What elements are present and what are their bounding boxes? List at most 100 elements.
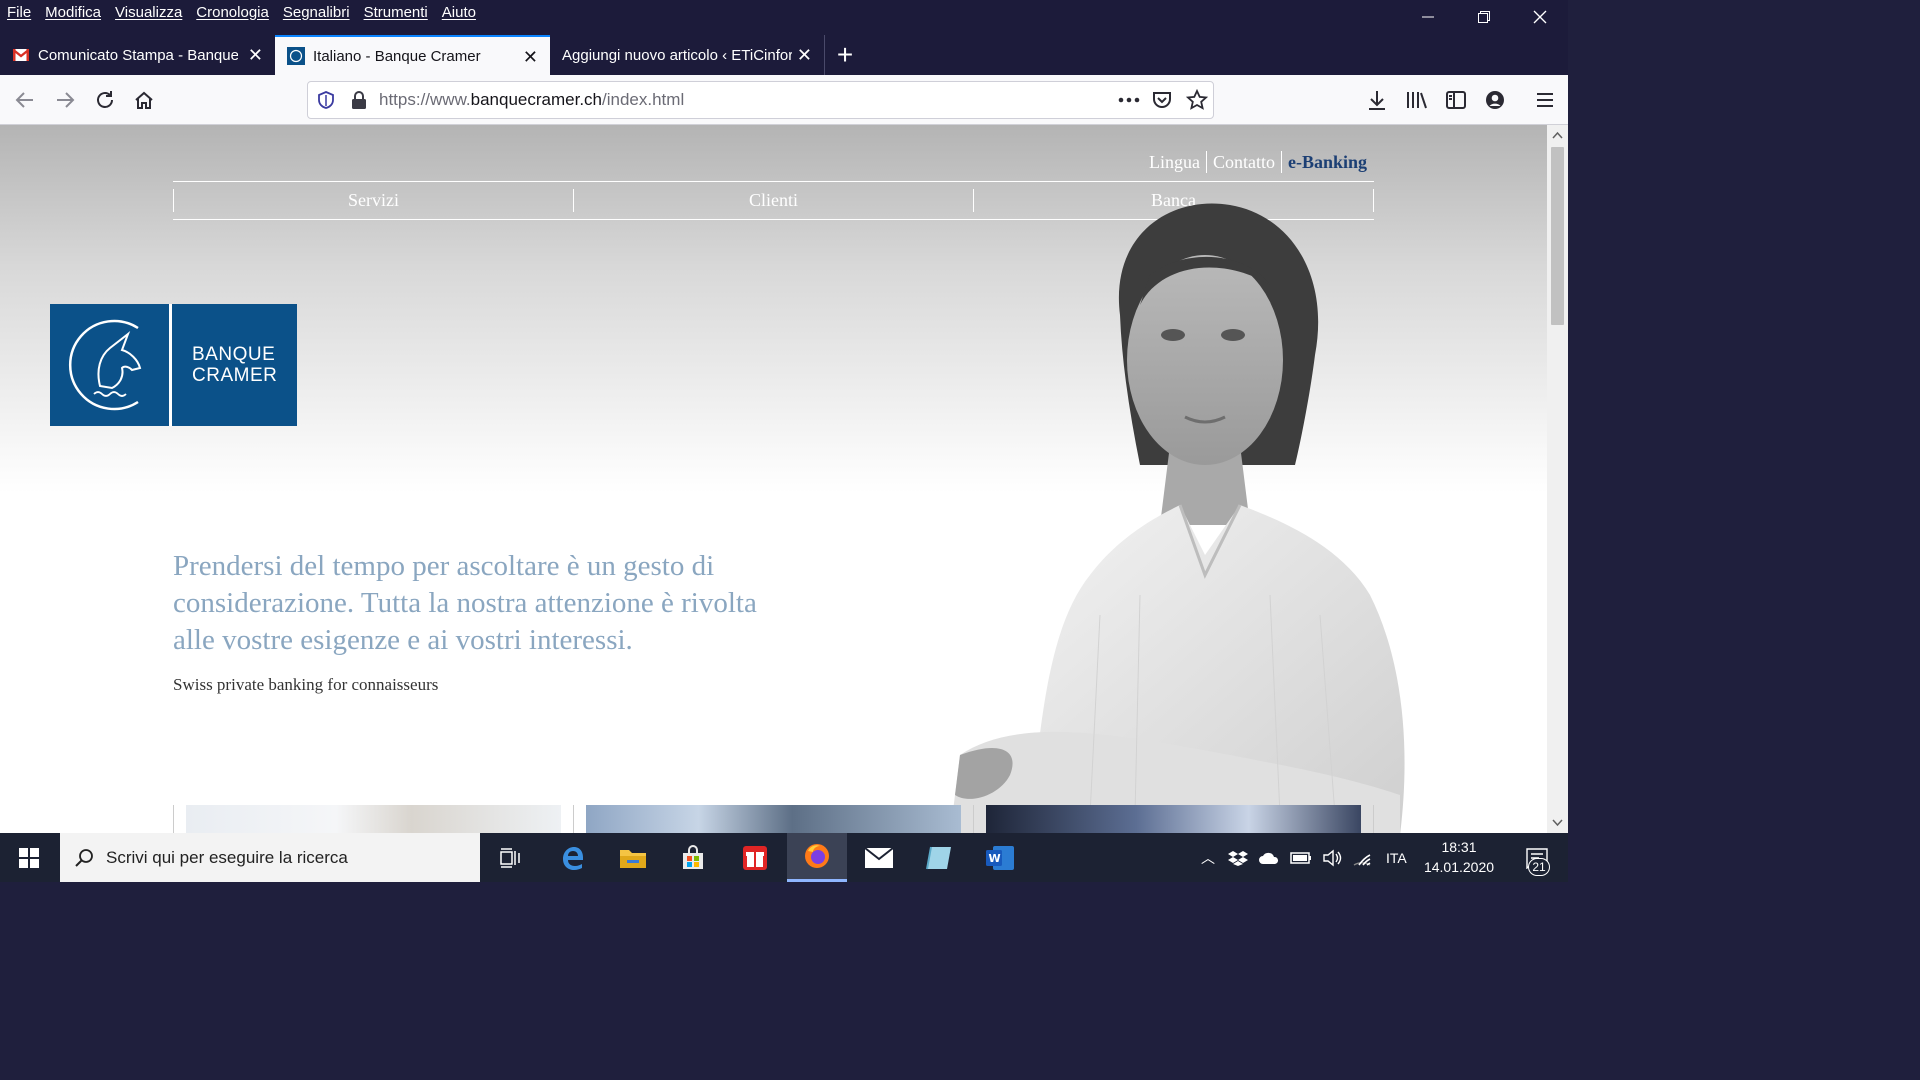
scroll-up-icon[interactable] — [1552, 131, 1563, 139]
gift-app-taskbar-button[interactable] — [725, 833, 785, 882]
restore-button[interactable] — [1456, 0, 1512, 34]
close-icon — [1533, 10, 1547, 24]
sidebar-button[interactable] — [1438, 82, 1474, 118]
home-button[interactable] — [126, 82, 162, 118]
library-button[interactable] — [1399, 82, 1435, 118]
scrollbar-thumb[interactable] — [1551, 147, 1564, 325]
onedrive-cloud-icon[interactable] — [1258, 851, 1280, 865]
minimize-button[interactable] — [1400, 0, 1456, 34]
firefox-icon — [805, 844, 829, 868]
arrow-left-icon — [15, 92, 33, 108]
edge-icon — [563, 846, 583, 870]
minimize-icon — [1422, 16, 1434, 18]
notes-app-taskbar-button[interactable] — [909, 833, 969, 882]
tab-banque-cramer[interactable]: Italiano - Banque Cramer ✕ — [275, 35, 550, 75]
mail-taskbar-button[interactable] — [849, 833, 909, 882]
word-taskbar-button[interactable]: W — [970, 833, 1030, 882]
task-view-button[interactable] — [480, 833, 540, 882]
hamburger-menu-icon — [1537, 93, 1553, 107]
taskbar-clock[interactable]: 18:31 14.01.2020 — [1420, 837, 1498, 877]
menu-bar: File Modifica Visualizza Cronologia Segn… — [0, 0, 490, 24]
forward-button[interactable] — [47, 82, 83, 118]
edge-taskbar-button[interactable] — [543, 833, 603, 882]
gift-icon — [743, 845, 767, 870]
wifi-icon[interactable] — [1352, 849, 1372, 867]
close-window-button[interactable] — [1512, 0, 1568, 34]
back-button[interactable] — [7, 82, 43, 118]
tab-title: Italiano - Banque Cramer — [313, 47, 481, 65]
teaser-cards — [173, 805, 1374, 833]
link-lingua[interactable]: Lingua — [1143, 151, 1206, 173]
volume-icon[interactable] — [1322, 849, 1342, 867]
logo-line-2: CRAMER — [192, 365, 278, 386]
browser-titlebar: File Modifica Visualizza Cronologia Segn… — [0, 0, 1568, 75]
menu-visualizza[interactable]: Visualizza — [115, 4, 182, 21]
start-button[interactable] — [0, 833, 58, 882]
tab-title: Comunicato Stampa - Banque C — [38, 46, 238, 64]
account-icon — [1486, 91, 1504, 109]
arrow-right-icon — [57, 92, 75, 108]
taskbar-search-box[interactable]: Scrivi qui per eseguire la ricerca — [60, 833, 480, 882]
teaser-image — [986, 805, 1361, 833]
teaser-card[interactable] — [573, 805, 973, 833]
close-tab-icon[interactable]: ✕ — [797, 45, 812, 65]
banque-cramer-favicon — [287, 47, 305, 65]
address-bar[interactable]: https://www.banquecramer.ch/index.html — [307, 81, 1214, 119]
page-scrollbar[interactable] — [1547, 125, 1568, 833]
nav-servizi[interactable]: Servizi — [173, 189, 573, 212]
tracking-shield-icon[interactable] — [317, 91, 335, 109]
file-explorer-taskbar-button[interactable] — [603, 833, 663, 882]
menu-aiuto[interactable]: Aiuto — [442, 4, 476, 21]
downloads-button[interactable] — [1359, 82, 1395, 118]
link-e-banking[interactable]: e-Banking — [1280, 151, 1373, 173]
account-button[interactable] — [1477, 82, 1513, 118]
woman-portrait-image — [950, 203, 1405, 833]
more-actions-icon[interactable] — [1118, 97, 1140, 103]
utility-links: Lingua Contatto e-Banking — [1143, 151, 1373, 173]
app-menu-button[interactable] — [1527, 82, 1563, 118]
hero-headline: Prendersi del tempo per ascoltare è un g… — [173, 550, 757, 656]
close-tab-icon[interactable]: ✕ — [248, 45, 263, 65]
show-hidden-icons-chevron-icon[interactable]: ︿ — [1198, 848, 1218, 868]
tab-comunicato-stampa[interactable]: Comunicato Stampa - Banque C ✕ — [0, 35, 275, 75]
sidebar-icon — [1446, 91, 1466, 109]
logo-line-1: BANQUE — [192, 344, 276, 365]
firefox-taskbar-button[interactable] — [787, 833, 847, 882]
scroll-down-icon[interactable] — [1552, 819, 1563, 827]
clock-date: 14.01.2020 — [1423, 859, 1495, 875]
action-center-button[interactable]: 21 — [1508, 833, 1566, 882]
menu-cronologia[interactable]: Cronologia — [196, 4, 269, 21]
url-text[interactable]: https://www.banquecramer.ch/index.html — [379, 90, 684, 110]
bookmark-star-icon[interactable] — [1186, 89, 1208, 111]
teaser-card[interactable] — [973, 805, 1374, 833]
windows-taskbar: Scrivi qui per eseguire la ricerca W ︿ I… — [0, 833, 1568, 882]
store-taskbar-button[interactable] — [663, 833, 723, 882]
url-domain: banquecramer.ch — [470, 90, 603, 109]
reload-icon — [97, 91, 113, 108]
folder-icon — [620, 849, 646, 868]
menu-strumenti[interactable]: Strumenti — [364, 4, 428, 21]
logo-text: BANQUE CRAMER — [172, 304, 297, 426]
teaser-card[interactable] — [173, 805, 573, 833]
notification-count-badge: 21 — [1528, 858, 1550, 876]
menu-segnalibri[interactable]: Segnalibri — [283, 4, 350, 21]
nav-clienti[interactable]: Clienti — [573, 189, 973, 212]
link-contatto[interactable]: Contatto — [1205, 151, 1281, 173]
lock-icon[interactable] — [351, 91, 367, 109]
reload-button[interactable] — [87, 82, 123, 118]
plus-icon: + — [836, 39, 854, 70]
input-language[interactable]: ITA — [1386, 850, 1407, 866]
tab-aggiungi-articolo[interactable]: Aggiungi nuovo articolo ‹ ETiCinfor ✕ — [550, 35, 825, 75]
menu-modifica[interactable]: Modifica — [45, 4, 101, 21]
battery-icon[interactable] — [1290, 851, 1312, 864]
pocket-icon[interactable] — [1152, 90, 1172, 110]
dropbox-icon[interactable] — [1228, 850, 1248, 866]
banque-cramer-logo[interactable]: BANQUE CRAMER — [50, 304, 297, 426]
home-icon — [135, 91, 153, 109]
menu-file[interactable]: File — [7, 4, 31, 21]
unicorn-emblem-icon — [50, 304, 172, 426]
close-tab-icon[interactable]: ✕ — [523, 47, 538, 67]
new-tab-button[interactable]: + — [825, 35, 865, 75]
word-icon: W — [986, 845, 1014, 870]
navigation-toolbar: https://www.banquecramer.ch/index.html — [0, 75, 1568, 125]
